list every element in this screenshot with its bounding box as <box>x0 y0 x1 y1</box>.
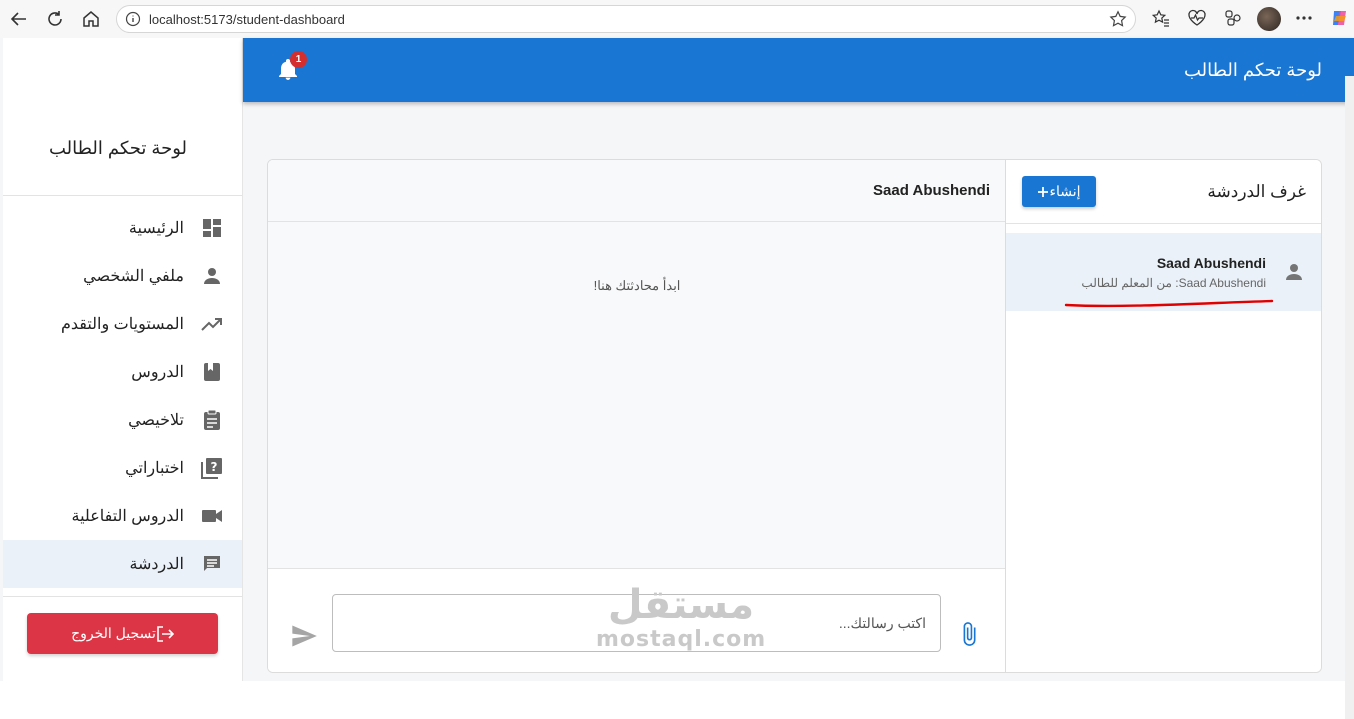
sidebar-item-interactive-lessons[interactable]: الدروس التفاعلية <box>3 492 242 540</box>
attach-icon[interactable] <box>956 621 982 647</box>
sidebar-item-label: المستويات والتقدم <box>60 316 184 333</box>
dashboard-icon <box>200 216 224 240</box>
page-scrollbar[interactable] <box>1345 76 1354 719</box>
sidebar: لوحة تحكم الطالب الرئيسية ملفي الشخصي ال… <box>3 38 243 681</box>
conversation-header: Saad Abushendi <box>268 160 1006 222</box>
health-icon[interactable] <box>1187 8 1207 28</box>
chat-icon <box>200 552 224 576</box>
video-icon <box>200 504 224 528</box>
star-icon[interactable] <box>1109 10 1127 28</box>
extensions-icon[interactable] <box>1223 8 1243 28</box>
sidebar-item-label: تلاخيصي <box>128 412 184 429</box>
sidebar-item-label: الدروس <box>131 364 184 381</box>
home-icon[interactable] <box>79 7 103 31</box>
page-title: لوحة تحكم الطالب <box>1183 60 1322 80</box>
logout-icon <box>157 625 174 642</box>
sidebar-item-label: الدردشة <box>129 556 184 573</box>
book-icon <box>200 360 224 384</box>
room-list-item[interactable]: Saad Abushendi Saad Abushendi: من المعلم… <box>1006 233 1321 311</box>
sidebar-item-label: الرئيسية <box>128 220 184 237</box>
create-room-button[interactable]: إنشاء <box>1022 176 1096 207</box>
conversation-title: Saad Abushendi <box>873 182 990 199</box>
logout-button[interactable]: تسجيل الخروج <box>27 613 218 654</box>
person-icon <box>1286 264 1302 280</box>
browser-toolbar: localhost:5173/student-dashboard <box>0 0 1354 38</box>
sidebar-item-chat[interactable]: الدردشة <box>3 540 242 588</box>
sidebar-item-label: ملفي الشخصي <box>83 268 184 285</box>
info-icon[interactable] <box>125 11 141 27</box>
sidebar-item-profile[interactable]: ملفي الشخصي <box>3 252 242 300</box>
reload-icon[interactable] <box>43 7 67 31</box>
sidebar-item-levels[interactable]: المستويات والتقدم <box>3 300 242 348</box>
sidebar-item-home[interactable]: الرئيسية <box>3 204 242 252</box>
sidebar-item-quizzes[interactable]: اختباراتي ? <box>3 444 242 492</box>
send-icon[interactable] <box>290 622 318 650</box>
more-icon[interactable] <box>1294 8 1314 28</box>
rooms-header: غرف الدردشة إنشاء <box>1006 160 1321 224</box>
sidebar-item-summaries[interactable]: تلاخيصي <box>3 396 242 444</box>
watermark-arabic: مستقل <box>607 582 755 628</box>
sidebar-item-label: الدروس التفاعلية <box>71 508 184 525</box>
address-bar[interactable]: localhost:5173/student-dashboard <box>116 5 1136 33</box>
clipboard-icon <box>200 408 224 432</box>
person-icon <box>200 264 224 288</box>
url-text: localhost:5173/student-dashboard <box>149 12 345 27</box>
app-header: 1 لوحة تحكم الطالب <box>243 38 1354 102</box>
sidebar-title: لوحة تحكم الطالب <box>48 138 187 158</box>
rooms-panel: غرف الدردشة إنشاء Saad Abushendi Saad Ab… <box>1005 160 1321 672</box>
sidebar-item-label: اختباراتي <box>125 460 184 477</box>
watermark-latin: mostaql.com <box>596 627 767 652</box>
quiz-icon: ? <box>200 456 224 480</box>
back-icon[interactable] <box>7 7 31 31</box>
trending-up-icon <box>200 312 224 336</box>
watermark: مستقل mostaql.com <box>596 582 766 664</box>
plus-icon <box>1038 186 1049 197</box>
rooms-title: غرف الدردشة <box>1207 182 1306 201</box>
empty-state-text: ابدأ محادثتك هنا! <box>593 278 681 293</box>
room-name: Saad Abushendi <box>1156 255 1266 271</box>
room-last-message: Saad Abushendi: من المعلم للطالب <box>1081 276 1266 290</box>
copilot-icon[interactable] <box>1330 8 1350 28</box>
sidebar-item-lessons[interactable]: الدروس <box>3 348 242 396</box>
create-label: إنشاء <box>1049 183 1081 199</box>
red-underline-annotation <box>1064 299 1274 308</box>
chat-card: Saad Abushendi ابدأ محادثتك هنا! غرف الد… <box>267 159 1322 673</box>
favorites-icon[interactable] <box>1151 8 1171 28</box>
logout-label: تسجيل الخروج <box>71 625 156 641</box>
divider <box>3 596 242 597</box>
svg-text:?: ? <box>211 460 218 474</box>
profile-avatar[interactable] <box>1257 7 1281 31</box>
notification-badge: 1 <box>290 51 307 68</box>
divider <box>3 195 242 196</box>
